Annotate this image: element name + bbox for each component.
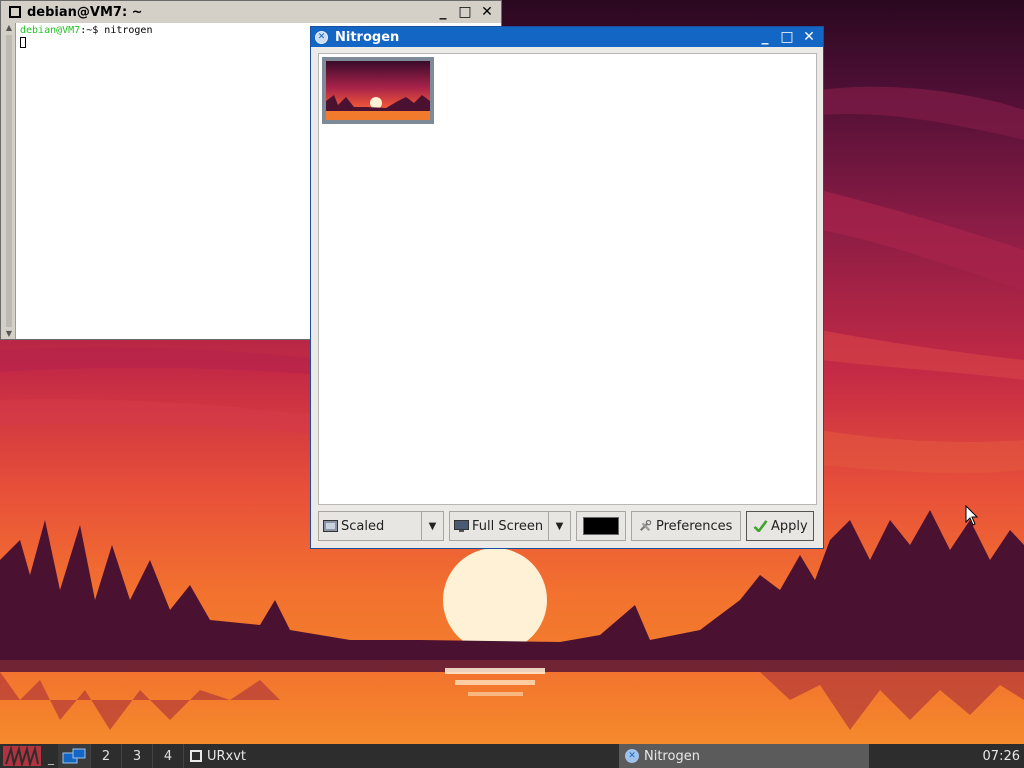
- wallpaper-thumbnail[interactable]: [322, 57, 434, 124]
- terminal-command: :~$ nitrogen: [80, 25, 153, 36]
- terminal-cursor: [20, 37, 26, 48]
- nitrogen-app-icon[interactable]: ✕: [315, 30, 328, 44]
- scrollbar-thumb[interactable]: [6, 35, 12, 327]
- close-icon[interactable]: ✕: [477, 3, 497, 21]
- close-icon[interactable]: ✕: [799, 28, 819, 46]
- minimize-icon[interactable]: _: [433, 3, 453, 21]
- menu-logo-icon: [3, 746, 41, 766]
- thumbnail-image: [326, 61, 430, 120]
- dropdown-arrow-icon[interactable]: ▼: [421, 512, 443, 540]
- background-color-button[interactable]: [576, 511, 626, 541]
- window-icon[interactable]: [9, 6, 21, 18]
- preferences-button[interactable]: Preferences: [631, 511, 741, 541]
- mouse-pointer-icon: [965, 505, 979, 526]
- scaled-icon: [323, 520, 338, 532]
- window-icon: [190, 750, 202, 762]
- apply-label: Apply: [771, 518, 808, 534]
- terminal-title: debian@VM7: ~: [27, 4, 143, 20]
- task-nitrogen[interactable]: ✕ Nitrogen: [619, 744, 869, 768]
- task-urxvt[interactable]: URxvt: [183, 744, 433, 768]
- screen-mode-value: Full Screen: [472, 518, 544, 534]
- nitrogen-window[interactable]: ✕ Nitrogen _ □ ✕ Scaled ▼ Full Screen ▼ …: [310, 26, 824, 549]
- zoom-mode-value: Scaled: [341, 518, 385, 534]
- terminal-scrollbar[interactable]: ▲ ▼: [3, 23, 16, 339]
- clock: 07:26: [982, 748, 1020, 764]
- terminal-titlebar[interactable]: debian@VM7: ~ _ □ ✕: [1, 1, 501, 23]
- color-swatch: [583, 517, 619, 535]
- task-label: URxvt: [207, 748, 247, 764]
- dropdown-arrow-icon[interactable]: ▼: [548, 512, 570, 540]
- scroll-down-arrow-icon[interactable]: ▼: [4, 329, 14, 339]
- desktop-pager-current[interactable]: [58, 744, 90, 768]
- checkmark-icon: [753, 520, 768, 532]
- nitrogen-title: Nitrogen: [335, 29, 400, 45]
- minimize-icon[interactable]: _: [755, 28, 775, 46]
- taskbar: _ 2 3 4 URxvt ✕ Nitrogen 07:26: [0, 744, 1024, 768]
- apply-button[interactable]: Apply: [746, 511, 814, 541]
- desktop-2-button[interactable]: 2: [90, 744, 121, 768]
- monitor-icon: [454, 520, 469, 532]
- wallpaper-browser[interactable]: [318, 53, 817, 505]
- nitrogen-titlebar[interactable]: ✕ Nitrogen _ □ ✕: [311, 27, 823, 47]
- start-menu-button[interactable]: [0, 744, 44, 768]
- show-desktop-button[interactable]: _: [44, 744, 58, 768]
- zoom-mode-select[interactable]: Scaled ▼: [318, 511, 444, 541]
- maximize-icon[interactable]: □: [455, 3, 475, 21]
- tools-icon: [640, 520, 652, 532]
- scroll-up-arrow-icon[interactable]: ▲: [4, 23, 14, 33]
- nitrogen-app-icon: ✕: [625, 749, 639, 763]
- desktop-3-button[interactable]: 3: [121, 744, 152, 768]
- task-label: Nitrogen: [644, 748, 700, 764]
- pager-icon: [62, 748, 86, 764]
- terminal-prompt-user: debian@VM7: [20, 25, 81, 36]
- screen-select[interactable]: Full Screen ▼: [449, 511, 571, 541]
- nitrogen-toolbar: Scaled ▼ Full Screen ▼ Preferences Apply: [318, 509, 817, 543]
- preferences-label: Preferences: [656, 518, 733, 534]
- maximize-icon[interactable]: □: [777, 28, 797, 46]
- desktop-4-button[interactable]: 4: [152, 744, 183, 768]
